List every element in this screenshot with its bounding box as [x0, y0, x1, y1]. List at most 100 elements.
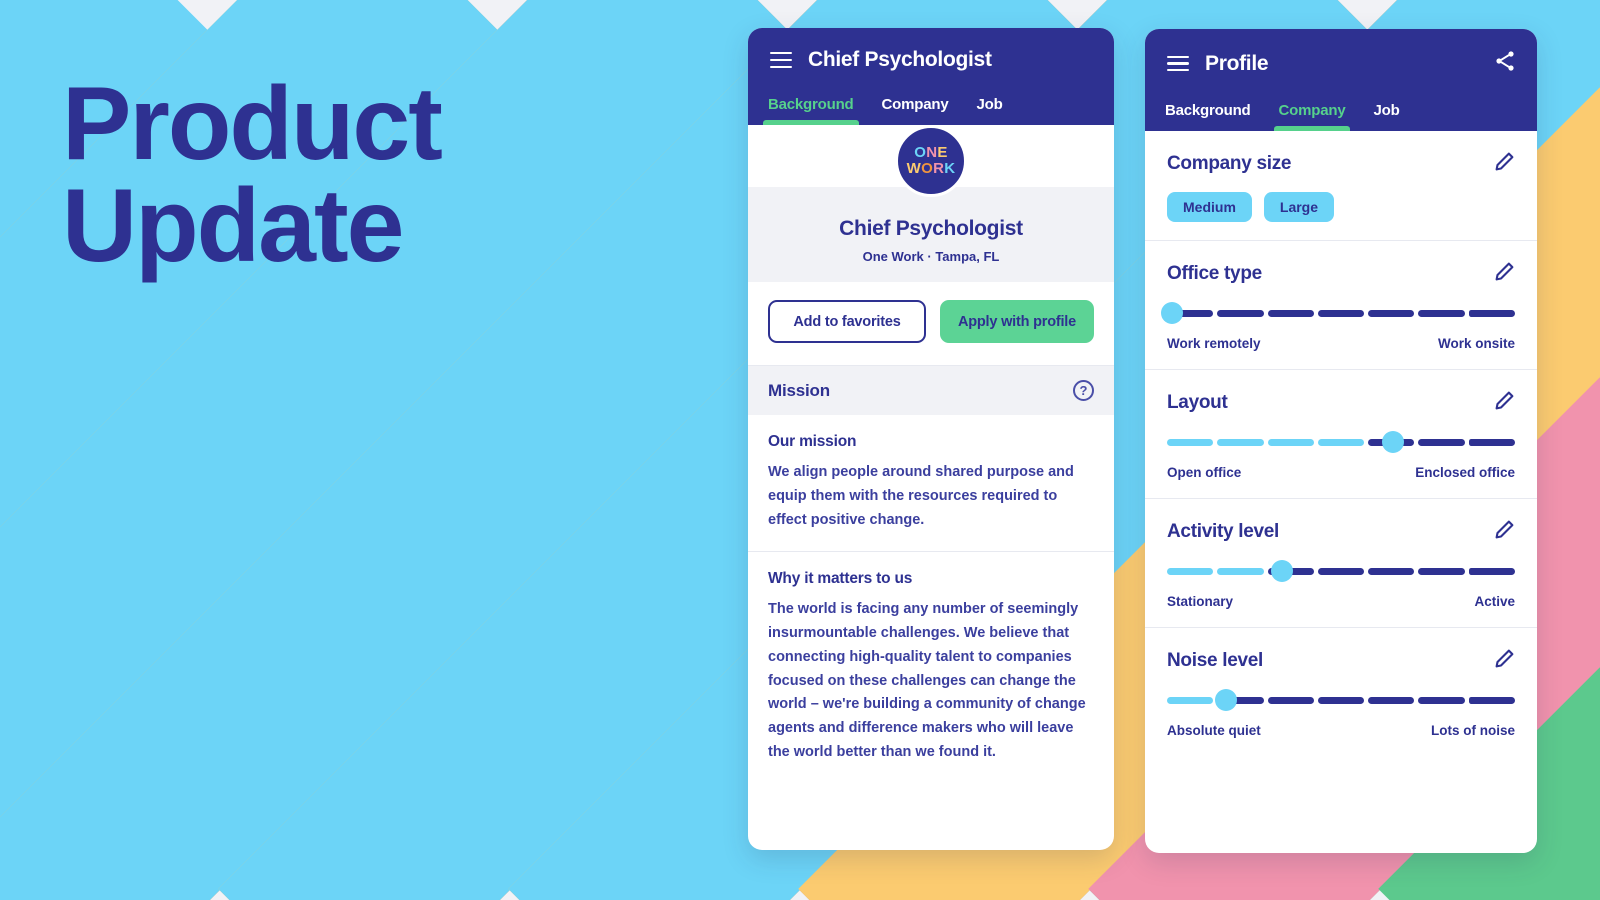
slider-label-left: Stationary	[1167, 594, 1234, 609]
slider-segment	[1468, 310, 1515, 317]
logo-line-one: ONE	[914, 144, 948, 162]
slider[interactable]	[1161, 302, 1515, 324]
slider-thumb[interactable]	[1161, 302, 1184, 324]
slider-label-right: Lots of noise	[1431, 723, 1515, 738]
pencil-icon[interactable]	[1494, 261, 1515, 287]
slider-track	[1167, 568, 1515, 575]
question-mark-icon[interactable]: ?	[1073, 380, 1094, 401]
slider-segment	[1167, 568, 1214, 575]
profile-section: Noise level Absolute quiet Lots of noise	[1145, 627, 1537, 756]
profile-appbar-title: Profile	[1205, 51, 1269, 75]
profile-card: Profile Background Company Job Company s…	[1145, 29, 1537, 853]
slider-segment	[1317, 310, 1365, 317]
profile-section-title: Layout	[1167, 392, 1228, 413]
slider-segment	[1317, 568, 1365, 575]
slider-segment	[1317, 439, 1365, 446]
slider-labels: Absolute quiet Lots of noise	[1167, 723, 1515, 738]
profile-sections: Company size Medium Large Office type Work r…	[1145, 131, 1537, 756]
slider-label-right: Active	[1474, 594, 1515, 609]
profile-tabs: Background Company Job	[1145, 94, 1537, 131]
slider-thumb[interactable]	[1215, 689, 1238, 711]
slider-label-right: Work onsite	[1437, 336, 1515, 351]
profile-section-title: Noise level	[1167, 650, 1263, 671]
slider-segment	[1468, 697, 1515, 704]
slider-segment	[1418, 697, 1465, 704]
job-card: Chief Psychologist Background Company Jo…	[748, 28, 1114, 850]
job-title: Chief Psychologist	[839, 217, 1023, 240]
profile-section: Office type Work remotely Work onsite	[1145, 240, 1537, 369]
pencil-icon[interactable]	[1494, 151, 1515, 177]
tab-background[interactable]: Background	[1165, 94, 1251, 131]
company-logo: ONE WORK	[895, 125, 967, 197]
job-appbar: Chief Psychologist Background Company Jo…	[748, 28, 1114, 125]
slider-segment	[1267, 310, 1314, 317]
tab-background[interactable]: Background	[763, 88, 859, 125]
slider-segment	[1368, 310, 1415, 317]
slider-segment	[1167, 439, 1214, 446]
profile-section-header: Office type	[1167, 261, 1515, 287]
job-appbar-title: Chief Psychologist	[808, 48, 992, 71]
hamburger-icon[interactable]	[1167, 55, 1189, 72]
slider[interactable]	[1167, 689, 1515, 711]
slider-segment	[1468, 439, 1515, 446]
company-size-chips: Medium Large	[1167, 192, 1515, 222]
why-block-title: Why it matters to us	[768, 569, 913, 587]
share-icon[interactable]	[1493, 49, 1517, 78]
tab-job[interactable]: Job	[1373, 94, 1399, 131]
mission-block: Our mission We align people around share…	[748, 415, 1114, 537]
slider-segment	[1368, 697, 1415, 704]
hamburger-icon[interactable]	[770, 52, 792, 68]
slider-segment	[1418, 568, 1465, 575]
profile-section-header: Company size	[1167, 151, 1515, 177]
why-block-body: The world is facing any number of seemin…	[768, 600, 1086, 761]
slider-label-left: Absolute quiet	[1167, 723, 1261, 738]
slider-label-left: Open office	[1167, 465, 1242, 480]
slider-label-right: Enclosed office	[1415, 465, 1515, 480]
mission-heading: Mission	[768, 380, 830, 400]
slider-segment	[1317, 697, 1365, 704]
job-tabs: Background Company Job	[748, 88, 1114, 125]
apply-with-profile-button[interactable]: Apply with profile	[940, 300, 1094, 343]
page-title: Product Update	[62, 66, 443, 284]
slider-segment	[1418, 439, 1465, 446]
slider-segment	[1368, 568, 1415, 575]
mission-block-title: Our mission	[768, 433, 857, 450]
job-hero: ONE WORK Chief Psychologist One Work · T…	[748, 125, 1114, 282]
slider[interactable]	[1167, 560, 1515, 582]
mission-block-body: We align people around shared purpose an…	[768, 464, 1074, 528]
pencil-icon[interactable]	[1494, 519, 1515, 545]
tab-company[interactable]: Company	[882, 88, 949, 125]
size-chip[interactable]: Medium	[1167, 192, 1252, 222]
pencil-icon[interactable]	[1494, 390, 1515, 416]
size-chip[interactable]: Large	[1263, 192, 1335, 222]
slider-segment	[1267, 439, 1314, 446]
profile-section-title: Office type	[1167, 263, 1262, 284]
slider-labels: Work remotely Work onsite	[1167, 336, 1515, 351]
slider-track	[1167, 310, 1515, 317]
profile-appbar: Profile Background Company Job	[1145, 29, 1537, 131]
tab-company[interactable]: Company	[1273, 94, 1351, 131]
profile-section-header: Activity level	[1167, 519, 1515, 545]
slider-segment	[1217, 568, 1264, 575]
profile-section: Company size Medium Large	[1145, 131, 1537, 240]
pencil-icon[interactable]	[1494, 648, 1515, 674]
slider-thumb[interactable]	[1382, 431, 1405, 453]
slider[interactable]	[1167, 431, 1515, 453]
slider-segment	[1267, 697, 1314, 704]
tab-job[interactable]: Job	[976, 88, 1002, 125]
slider-segment	[1217, 439, 1264, 446]
profile-section: Layout Open office Enclosed office	[1145, 369, 1537, 498]
mission-section-header: Mission ?	[748, 366, 1114, 415]
profile-section-title: Activity level	[1167, 521, 1279, 542]
job-actions: Add to favorites Apply with profile	[748, 282, 1114, 366]
slider-labels: Stationary Active	[1167, 594, 1515, 609]
slider-thumb[interactable]	[1270, 560, 1293, 582]
profile-section-header: Layout	[1167, 390, 1515, 416]
profile-section: Activity level Stationary Active	[1145, 498, 1537, 627]
slider-track	[1167, 439, 1515, 446]
slider-segment	[1468, 568, 1515, 575]
profile-section-title: Company size	[1167, 153, 1292, 174]
why-block: Why it matters to us The world is facing…	[748, 550, 1114, 769]
add-to-favorites-button[interactable]: Add to favorites	[768, 300, 926, 343]
slider-label-left: Work remotely	[1167, 336, 1261, 351]
